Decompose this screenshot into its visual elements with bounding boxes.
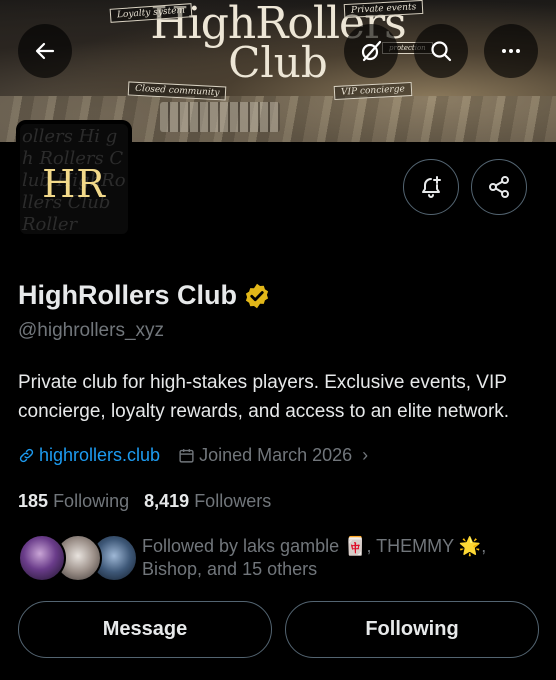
- grok-icon: [361, 40, 382, 62]
- profile-avatar[interactable]: ollers Hi gh Rollers Club HighRollers Cl…: [16, 120, 132, 238]
- avatar: [18, 534, 66, 582]
- back-arrow-icon: [35, 42, 55, 60]
- back-button[interactable]: [18, 24, 72, 78]
- followed-by-text[interactable]: Followed by laks gamble 🀄, THEMMY 🌟, Bis…: [142, 535, 542, 581]
- followers-count: 8,419: [144, 491, 190, 511]
- link-icon: [19, 448, 34, 463]
- website-link[interactable]: highrollers.club: [18, 445, 160, 466]
- verified-badge-icon[interactable]: [243, 282, 271, 310]
- followed-by-avatars[interactable]: [18, 534, 138, 582]
- chevron-right-icon[interactable]: ›: [362, 445, 368, 466]
- website-url[interactable]: highrollers.club: [39, 445, 160, 466]
- banner-chips: [160, 102, 280, 132]
- profile-bio: Private club for high-stakes players. Ex…: [18, 372, 510, 422]
- notification-bell-icon: [422, 176, 441, 198]
- search-button[interactable]: [414, 24, 468, 78]
- banner-title-line2: Club: [228, 38, 328, 87]
- followers-stat[interactable]: 8,419 Followers: [144, 491, 271, 511]
- followers-label: Followers: [194, 491, 272, 511]
- following-stat[interactable]: 185 Following: [18, 491, 129, 511]
- name-row: HighRollers Club: [18, 280, 271, 311]
- joined-text: Joined March 2026: [199, 445, 353, 465]
- following-count: 185: [18, 491, 49, 511]
- search-icon: [431, 41, 452, 62]
- share-button[interactable]: [471, 159, 527, 215]
- notifications-button[interactable]: [403, 159, 459, 215]
- calendar-icon: [179, 449, 194, 463]
- avatar-monogram: HR: [42, 162, 106, 206]
- banner-title: HighRollers Club: [0, 2, 556, 84]
- more-icon: [502, 49, 520, 53]
- following-label: Following: [53, 491, 130, 511]
- grok-button[interactable]: [344, 24, 398, 78]
- display-name: HighRollers Club: [18, 280, 238, 310]
- message-button[interactable]: Message: [18, 601, 272, 658]
- profile-meta: highrollers.club Joined March 2026 ›: [18, 445, 368, 466]
- user-handle: @highrollers_xyz: [18, 320, 165, 341]
- follow-stats: 185 Following 8,419 Followers: [18, 491, 271, 512]
- more-options-button[interactable]: [484, 24, 538, 78]
- joined-date[interactable]: Joined March 2026 ›: [178, 445, 368, 466]
- share-icon: [489, 176, 509, 198]
- following-button[interactable]: Following: [285, 601, 539, 658]
